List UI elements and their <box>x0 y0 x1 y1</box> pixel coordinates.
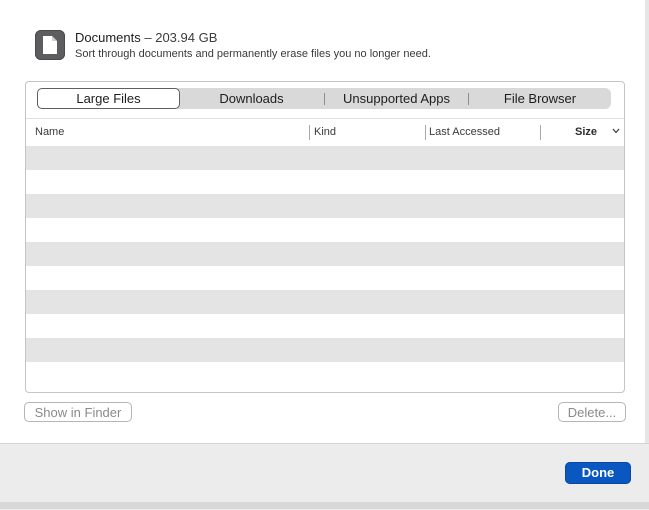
table-row[interactable] <box>26 242 624 266</box>
table-row[interactable] <box>26 194 624 218</box>
table-row[interactable] <box>26 362 624 386</box>
table-row[interactable] <box>26 338 624 362</box>
files-panel: Large Files Downloads Unsupported Apps F… <box>25 81 625 393</box>
page-title: Documents – 203.94 GB <box>75 30 217 46</box>
column-last-accessed[interactable]: Last Accessed <box>429 126 500 138</box>
table-row[interactable] <box>26 218 624 242</box>
title-separator: – <box>140 30 156 45</box>
column-kind[interactable]: Kind <box>314 126 336 138</box>
page-subtitle: Sort through documents and permanently e… <box>75 48 431 60</box>
column-size[interactable]: Size <box>575 126 597 138</box>
chevron-down-icon[interactable] <box>612 128 620 134</box>
delete-button[interactable]: Delete... <box>558 402 626 422</box>
show-in-finder-button[interactable]: Show in Finder <box>24 402 132 422</box>
table-row[interactable] <box>26 170 624 194</box>
column-divider[interactable] <box>309 125 310 140</box>
column-divider[interactable] <box>425 125 426 140</box>
title-size: 203.94 GB <box>155 30 218 45</box>
table-row[interactable] <box>26 314 624 338</box>
table-header: Name Kind Last Accessed Size <box>26 118 624 147</box>
title-name: Documents <box>75 30 141 45</box>
file-list[interactable] <box>26 146 624 386</box>
column-divider[interactable] <box>540 125 541 140</box>
done-button[interactable]: Done <box>565 462 631 484</box>
table-row[interactable] <box>26 290 624 314</box>
tab-file-browser[interactable]: File Browser <box>469 88 611 109</box>
tab-large-files[interactable]: Large Files <box>37 88 180 109</box>
background-window-strip <box>0 502 649 509</box>
table-row[interactable] <box>26 266 624 290</box>
table-row[interactable] <box>26 146 624 170</box>
document-icon <box>35 30 65 60</box>
column-name[interactable]: Name <box>35 126 64 138</box>
window-edge <box>645 0 649 443</box>
storage-sheet: Documents – 203.94 GB Sort through docum… <box>0 0 649 510</box>
segmented-control: Large Files Downloads Unsupported Apps F… <box>37 88 611 109</box>
sheet-footer <box>0 443 649 510</box>
tab-downloads[interactable]: Downloads <box>180 88 323 109</box>
tab-unsupported-apps[interactable]: Unsupported Apps <box>325 88 468 109</box>
